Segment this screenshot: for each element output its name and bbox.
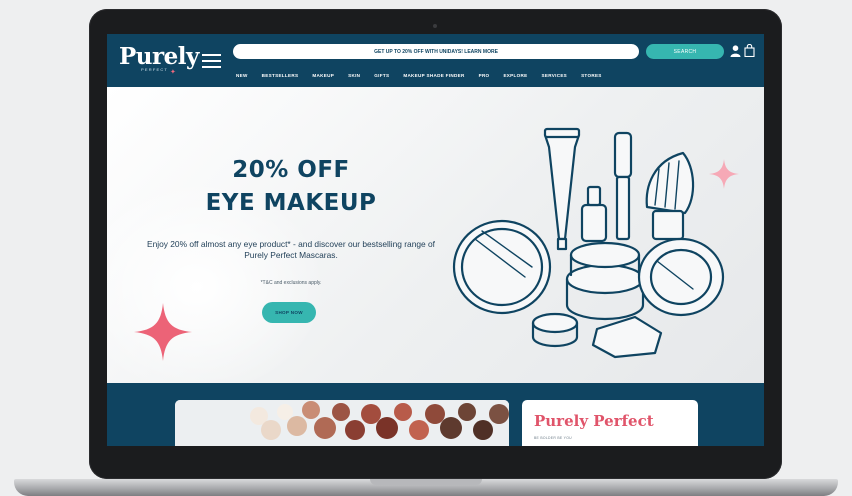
camera-icon xyxy=(433,24,437,28)
nav-item-bestsellers[interactable]: BESTSELLERS xyxy=(262,73,299,78)
sparkle-icon xyxy=(134,303,192,361)
featured-section: Purely Perfect BE BOLDER BE YOU xyxy=(107,383,764,446)
hero-title-line2: EYE MAKEUP xyxy=(205,190,377,216)
hero-title-line1: 20% OFF xyxy=(232,157,350,183)
promo-card-subtitle: BE BOLDER BE YOU xyxy=(534,436,572,440)
nav-item-pro[interactable]: PRO xyxy=(479,73,490,78)
hero-banner: 20% OFF EYE MAKEUP Enjoy 20% off almost … xyxy=(107,87,764,383)
laptop-notch xyxy=(370,479,482,485)
browser-viewport: Purely PERFECT ✦ GET UP TO 20% OFF WITH … xyxy=(107,34,764,446)
promo-card-title: Purely Perfect xyxy=(534,412,654,430)
nav-item-stores[interactable]: STORES xyxy=(581,73,602,78)
shop-now-button[interactable]: SHOP NOW xyxy=(262,302,316,323)
promo-banner[interactable]: GET UP TO 20% OFF WITH UNIDAYS! LEARN MO… xyxy=(233,44,639,59)
shopping-bag-icon[interactable] xyxy=(744,44,755,57)
nav-item-makeup[interactable]: MAKEUP xyxy=(312,73,334,78)
makeup-products-illustration xyxy=(452,127,725,359)
eyeshadow-swatches xyxy=(175,400,509,446)
product-swatch-image[interactable] xyxy=(175,400,509,446)
brand-logo-subtext: PERFECT xyxy=(141,67,169,72)
site-header: Purely PERFECT ✦ GET UP TO 20% OFF WITH … xyxy=(107,34,764,87)
search-button[interactable]: SEARCH xyxy=(646,44,724,59)
nav-item-gifts[interactable]: GIFTS xyxy=(374,73,389,78)
brand-logo[interactable]: Purely xyxy=(119,43,199,70)
terms-note: *T&C and exclusions apply. xyxy=(260,280,322,286)
logo-sparkle-icon: ✦ xyxy=(170,69,176,76)
nav-item-services[interactable]: SERVICES xyxy=(542,73,568,78)
menu-icon[interactable] xyxy=(202,54,221,68)
hero-description: Enjoy 20% off almost any eye product* - … xyxy=(146,239,436,260)
promo-card[interactable]: Purely Perfect BE BOLDER BE YOU xyxy=(522,400,698,446)
user-icon[interactable] xyxy=(730,45,741,57)
nav-item-new[interactable]: NEW xyxy=(236,73,248,78)
main-nav: NEW BESTSELLERS MAKEUP SKIN GIFTS MAKEUP… xyxy=(236,70,616,80)
nav-item-explore[interactable]: EXPLORE xyxy=(503,73,527,78)
nav-item-skin[interactable]: SKIN xyxy=(348,73,360,78)
nav-item-shade-finder[interactable]: MAKEUP SHADE FINDER xyxy=(403,73,464,78)
